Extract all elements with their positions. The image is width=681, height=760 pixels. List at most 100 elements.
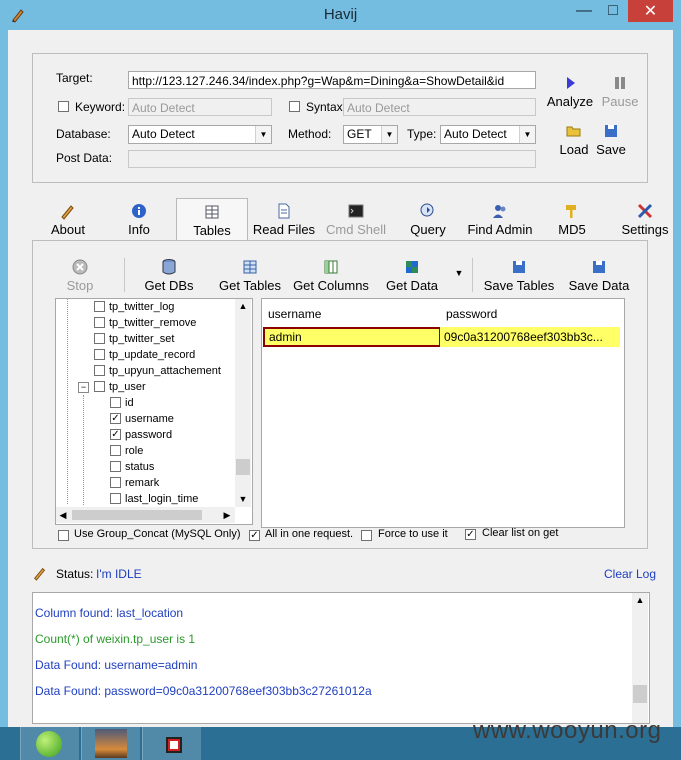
tree-item[interactable]: tp_twitter_set	[94, 331, 174, 347]
collapse-toggle-icon[interactable]: −	[78, 382, 89, 393]
scrollbar-thumb[interactable]	[236, 459, 250, 475]
tree-checkbox[interactable]	[94, 316, 105, 328]
tree-item[interactable]: remark	[110, 475, 159, 491]
tab-tables[interactable]: Tables	[176, 198, 248, 243]
load-label: Load	[559, 142, 589, 157]
analyze-button[interactable]: Analyze	[545, 74, 595, 109]
scrollbar-thumb[interactable]	[633, 685, 647, 703]
tree-checkbox[interactable]	[94, 364, 105, 376]
results-grid[interactable]: username password admin 09c0a31200768eef…	[261, 298, 625, 528]
tree-checkbox[interactable]	[94, 300, 105, 312]
log-panel[interactable]: Column found: last_location Count(*) of …	[32, 592, 650, 724]
get-dbs-button[interactable]: Get DBs	[140, 258, 198, 293]
maximize-button[interactable]: □	[599, 0, 627, 22]
tree-item[interactable]: id	[110, 395, 134, 411]
save-data-button[interactable]: Save Data	[566, 258, 632, 293]
all-in-one-checkbox[interactable]: ✓	[249, 530, 260, 541]
tree-item[interactable]: ✓ password	[110, 427, 172, 443]
tree-item[interactable]: tp_user	[94, 379, 146, 395]
method-select[interactable]: GET ▼	[343, 125, 398, 144]
tree-checkbox[interactable]	[94, 348, 105, 360]
toolbar-separator	[124, 258, 125, 292]
column-header-username[interactable]: username	[268, 307, 321, 321]
scrollbar-thumb[interactable]	[72, 510, 202, 520]
column-header-password[interactable]: password	[446, 307, 497, 321]
post-data-input[interactable]	[128, 150, 536, 168]
tree-item[interactable]: tp_update_record	[94, 347, 195, 363]
tree-horizontal-scrollbar[interactable]: ◀ ▶	[56, 507, 235, 523]
data-icon	[406, 261, 418, 273]
grid-cell-password[interactable]: 09c0a31200768eef303bb3c...	[440, 327, 620, 347]
tab-info[interactable]: Info	[117, 202, 161, 237]
log-vertical-scrollbar[interactable]: ▲	[632, 593, 648, 723]
users-icon	[493, 205, 506, 218]
scroll-up-arrow-icon[interactable]: ▲	[235, 299, 251, 313]
columns-icon	[324, 260, 338, 274]
title-bar[interactable]: Havij — □ ✕	[0, 0, 681, 30]
keyword-input[interactable]: Auto Detect	[128, 98, 272, 116]
tree-checkbox[interactable]: ✓	[110, 412, 121, 424]
tab-md5[interactable]: MD5	[552, 202, 592, 237]
scroll-right-arrow-icon[interactable]: ▶	[220, 507, 234, 523]
tree-checkbox[interactable]	[110, 460, 121, 472]
table-tree[interactable]: tp_twitter_log tp_twitter_remove tp_twit…	[55, 298, 253, 525]
get-data-button[interactable]: Get Data	[382, 258, 442, 293]
scroll-left-arrow-icon[interactable]: ◀	[56, 507, 70, 523]
clear-list-checkbox[interactable]: ✓	[465, 529, 476, 540]
analyze-label: Analyze	[546, 94, 594, 109]
tab-find-admin[interactable]: Find Admin	[465, 202, 535, 237]
tree-item[interactable]: status	[110, 459, 154, 475]
get-tables-button[interactable]: Get Tables	[214, 258, 286, 293]
tab-read-files[interactable]: Read Files	[252, 202, 316, 237]
save-button[interactable]: Save	[594, 122, 628, 157]
tree-item[interactable]: ✓ username	[110, 411, 174, 427]
minimize-button[interactable]: —	[570, 0, 598, 22]
clear-log-link[interactable]: Clear Log	[604, 567, 656, 581]
key-icon	[566, 205, 576, 218]
grid-cell-username[interactable]: admin	[263, 327, 441, 347]
tab-cmd-shell[interactable]: Cmd Shell	[324, 202, 388, 237]
havij-window: Havij — □ ✕ Target: http://123.127.246.3…	[0, 0, 681, 727]
scroll-down-arrow-icon[interactable]: ▼	[235, 492, 251, 506]
save-tables-button[interactable]: Save Tables	[482, 258, 556, 293]
tab-query[interactable]: Query	[405, 202, 451, 237]
close-button[interactable]: ✕	[628, 0, 673, 22]
tree-item[interactable]: tp_twitter_remove	[94, 315, 196, 331]
database-select[interactable]: Auto Detect ▼	[128, 125, 272, 144]
force-checkbox[interactable]	[361, 530, 372, 541]
table-row[interactable]: admin 09c0a31200768eef303bb3c...	[262, 327, 622, 347]
syntax-input[interactable]: Auto Detect	[343, 98, 536, 116]
pause-button[interactable]: Pause	[598, 74, 642, 109]
tree-checkbox[interactable]	[110, 396, 121, 408]
tab-settings[interactable]: Settings	[618, 202, 672, 237]
pen-icon	[61, 205, 74, 220]
tree-item[interactable]: role	[110, 443, 143, 459]
syntax-checkbox[interactable]	[289, 101, 300, 112]
tree-checkbox[interactable]	[94, 332, 105, 344]
tree-item[interactable]: tp_upyun_attachement	[94, 363, 221, 379]
get-data-dropdown[interactable]: ▼	[452, 266, 466, 280]
target-input[interactable]: http://123.127.246.34/index.php?g=Wap&m=…	[128, 71, 536, 89]
tree-vertical-scrollbar[interactable]: ▲ ▼	[235, 299, 251, 507]
taskbar-button-app3[interactable]	[142, 727, 201, 760]
group-concat-checkbox[interactable]	[58, 530, 69, 541]
tree-checkbox[interactable]	[110, 444, 121, 456]
scroll-up-arrow-icon[interactable]: ▲	[632, 593, 648, 607]
stop-button[interactable]: Stop	[55, 258, 105, 293]
taskbar-button-app1[interactable]	[20, 727, 79, 760]
chevron-down-icon: ▼	[381, 126, 397, 143]
get-columns-button[interactable]: Get Columns	[290, 258, 372, 293]
tab-query-label: Query	[410, 222, 446, 237]
taskbar-button-app2[interactable]	[81, 727, 140, 760]
tab-about[interactable]: About	[43, 202, 93, 237]
table-grid-icon	[243, 260, 257, 274]
type-select[interactable]: Auto Detect ▼	[440, 125, 536, 144]
tree-item[interactable]: last_login_time	[110, 491, 198, 507]
tree-item[interactable]: tp_twitter_log	[94, 299, 174, 315]
tree-checkbox[interactable]: ✓	[110, 428, 121, 440]
tree-checkbox[interactable]	[110, 492, 121, 504]
keyword-checkbox[interactable]	[58, 101, 69, 112]
tree-checkbox[interactable]	[110, 476, 121, 488]
load-button[interactable]: Load	[553, 122, 595, 157]
tree-checkbox[interactable]	[94, 380, 105, 392]
